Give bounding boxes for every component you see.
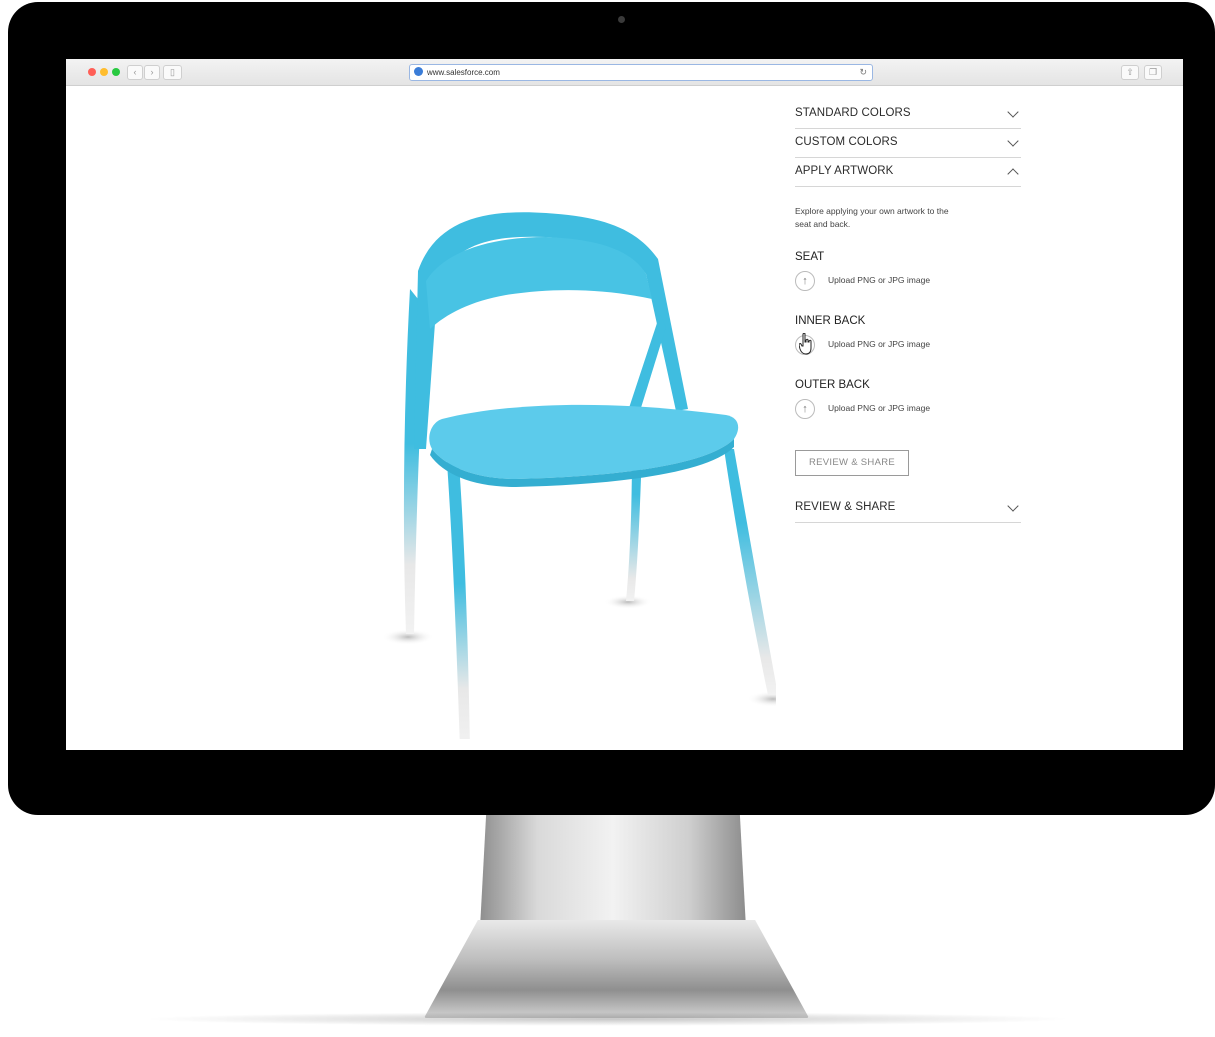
tabs-icon: ❐ [1148, 67, 1158, 77]
seat-title: SEAT [795, 251, 825, 263]
chevron-left-icon: ‹ [133, 67, 137, 77]
review-share-button[interactable]: REVIEW & SHARE [795, 450, 909, 476]
share-button[interactable]: ⇧ [1121, 65, 1139, 80]
inner-back-upload[interactable]: ↑ Upload PNG or JPG image [795, 333, 1021, 359]
chevron-down-icon [1007, 135, 1019, 147]
inner-back-title: INNER BACK [795, 315, 866, 327]
browser-window: ‹ › ▯ www.salesforce.com ↻ ⇧ ❐ STANDARD … [66, 59, 1183, 750]
seat-upload[interactable]: ↑ Upload PNG or JPG image [795, 271, 1021, 295]
chair-model [382, 212, 799, 750]
sidebar-toggle-button[interactable]: ▯ [163, 65, 182, 80]
upload-label[interactable]: Upload PNG or JPG image [828, 339, 930, 349]
artwork-description: Explore applying your own artwork to the… [795, 206, 949, 229]
chair-leg-front-left [446, 449, 470, 749]
accordion-review-share[interactable]: REVIEW & SHARE [795, 495, 1021, 523]
chair-3d-view[interactable] [306, 149, 799, 750]
accordion-label: APPLY ARTWORK [795, 165, 894, 177]
accordion-apply-artwork[interactable]: APPLY ARTWORK [795, 159, 1021, 187]
chair-leg-front-right [724, 449, 778, 695]
zoom-window-button[interactable] [112, 68, 120, 76]
minimize-window-button[interactable] [100, 68, 108, 76]
outer-back-upload[interactable]: ↑ Upload PNG or JPG image [795, 399, 1021, 423]
reload-icon[interactable]: ↻ [859, 65, 867, 79]
share-icon: ⇧ [1126, 67, 1134, 77]
upload-arrow-icon[interactable]: ↑ [795, 399, 815, 419]
outer-back-title: OUTER BACK [795, 379, 870, 391]
tabs-button[interactable]: ❐ [1144, 65, 1162, 80]
chevron-down-icon [1007, 106, 1019, 118]
chevron-down-icon [1007, 500, 1019, 512]
globe-icon [414, 67, 423, 76]
browser-toolbar: ‹ › ▯ www.salesforce.com ↻ ⇧ ❐ [66, 59, 1183, 86]
chair-seat [429, 404, 739, 479]
accordion-label: REVIEW & SHARE [795, 501, 896, 513]
monitor-bezel: ‹ › ▯ www.salesforce.com ↻ ⇧ ❐ STANDARD … [8, 2, 1215, 815]
accordion-custom-colors[interactable]: CUSTOM COLORS [795, 130, 1021, 158]
hand-cursor-icon [799, 333, 812, 355]
chevron-right-icon: › [150, 67, 154, 77]
chair-back-strut [628, 314, 666, 411]
accordion-label: STANDARD COLORS [795, 107, 911, 119]
close-window-button[interactable] [88, 68, 96, 76]
back-button[interactable]: ‹ [127, 65, 143, 80]
camera [618, 16, 625, 23]
accordion-standard-colors[interactable]: STANDARD COLORS [795, 101, 1021, 129]
upload-label[interactable]: Upload PNG or JPG image [828, 403, 930, 413]
upload-arrow-icon[interactable]: ↑ [795, 271, 815, 291]
forward-button[interactable]: › [144, 65, 160, 80]
stand-shadow [140, 1012, 1075, 1026]
url-text: www.salesforce.com [427, 68, 500, 77]
upload-label[interactable]: Upload PNG or JPG image [828, 275, 930, 285]
sidebar-icon: ▯ [170, 67, 175, 77]
customization-panel: STANDARD COLORS CUSTOM COLORS APPLY ARTW… [795, 101, 1021, 524]
accordion-label: CUSTOM COLORS [795, 136, 898, 148]
monitor-stand-foot [424, 920, 809, 1018]
address-bar[interactable]: www.salesforce.com ↻ [409, 64, 873, 81]
chevron-up-icon [1007, 168, 1019, 180]
